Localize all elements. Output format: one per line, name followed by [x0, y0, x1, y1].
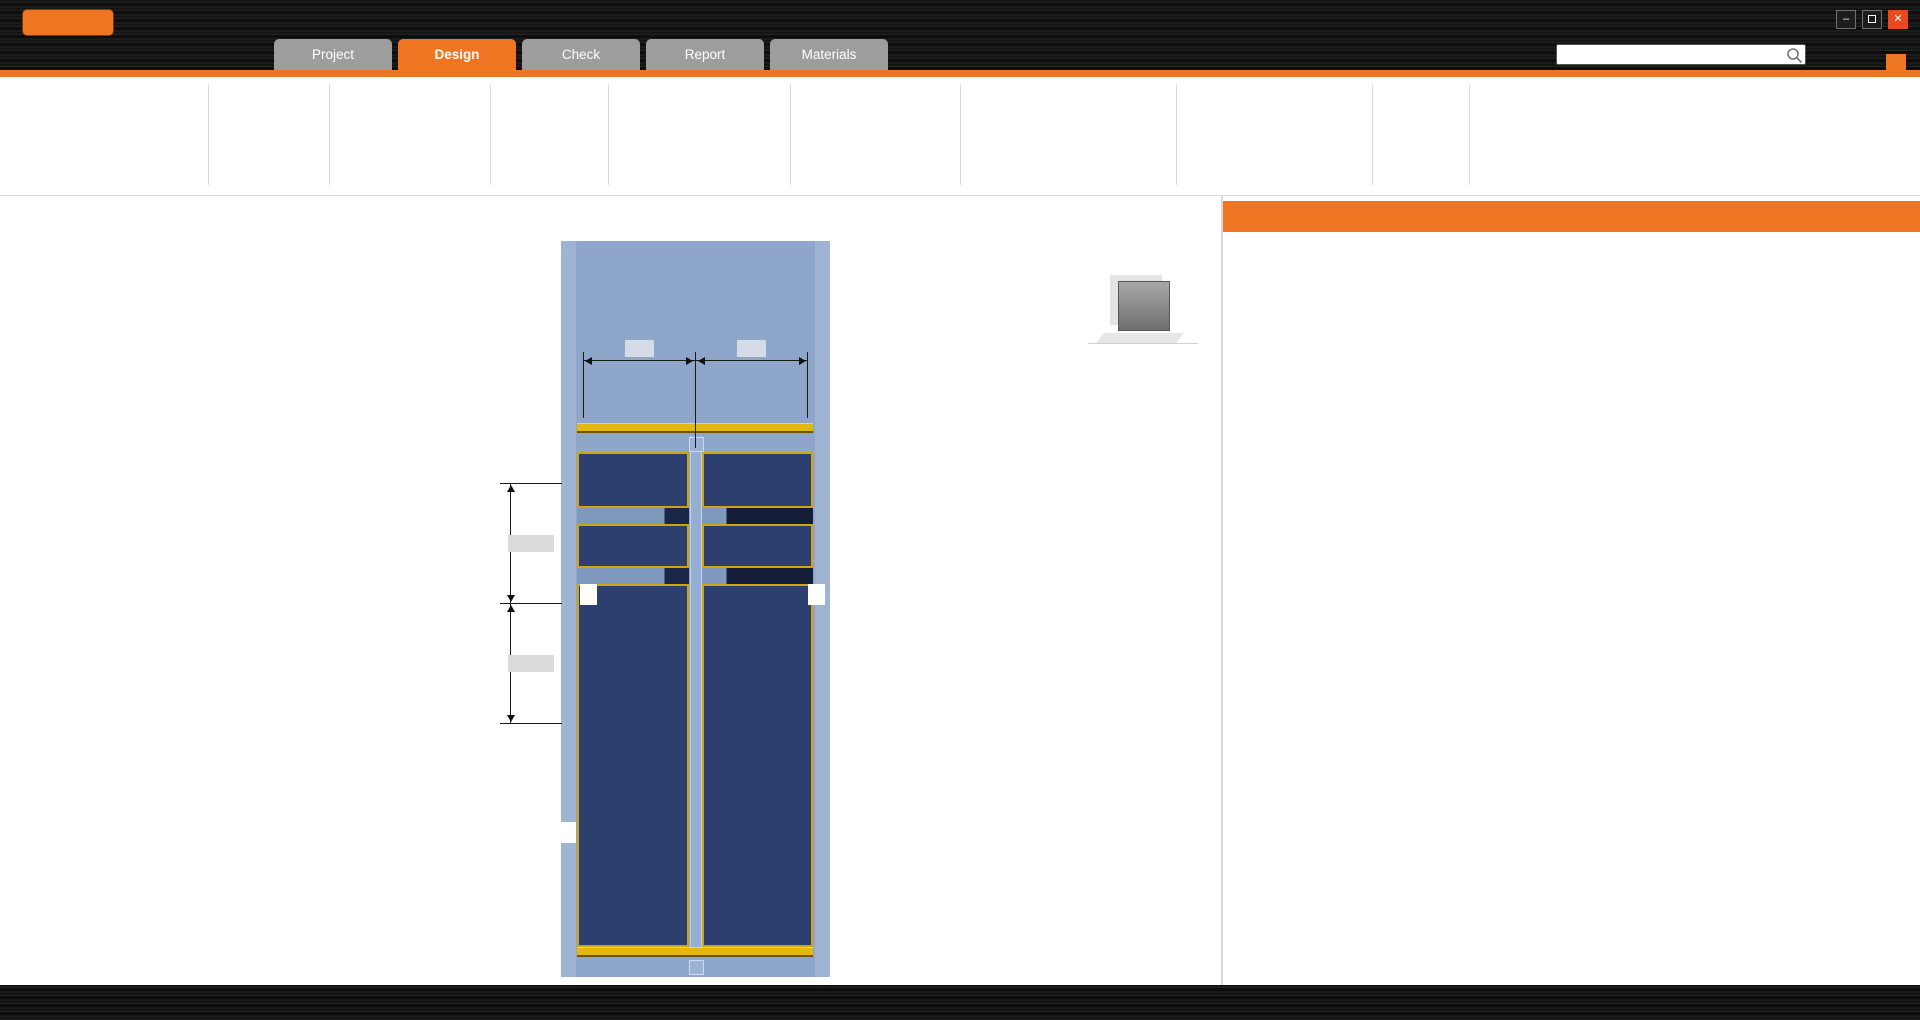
- dim-arrow: [686, 357, 693, 365]
- maximize-icon: [1868, 15, 1876, 23]
- dimension-tick: [500, 723, 562, 724]
- endplate-left-3d[interactable]: [577, 452, 689, 947]
- minimize-button[interactable]: –: [1836, 10, 1856, 29]
- dim-arrow: [507, 605, 515, 612]
- close-button[interactable]: ✕: [1888, 10, 1908, 29]
- nav-cube-shadow: [1096, 333, 1184, 343]
- search-icon[interactable]: [1785, 46, 1803, 69]
- member-label-b: [808, 584, 825, 605]
- beam-web-3d[interactable]: [690, 436, 702, 957]
- member-label-c: [830, 822, 847, 843]
- accent-strip: [0, 70, 1920, 77]
- endplate-bottom-edge: [577, 947, 813, 957]
- ribbon-separator: [490, 85, 491, 185]
- dimension-label: [625, 340, 654, 357]
- status-bar: [0, 985, 1920, 1020]
- tab-report[interactable]: Report: [646, 39, 764, 70]
- dim-arrow: [507, 715, 515, 722]
- dim-arrow: [507, 595, 515, 602]
- tab-design[interactable]: Design: [398, 39, 516, 70]
- web-stub-outline: [689, 960, 704, 975]
- search-box: [1556, 44, 1806, 65]
- dim-arrow: [585, 357, 592, 365]
- member-label-b: [580, 584, 597, 605]
- ribbon-separator: [329, 85, 330, 185]
- dimension-label: [737, 340, 766, 357]
- tab-project[interactable]: Project: [274, 39, 392, 70]
- endplate-right-3d[interactable]: [702, 452, 813, 947]
- ribbon-separator: [790, 85, 791, 185]
- dimension-label: [508, 535, 554, 552]
- tab-materials[interactable]: Materials: [770, 39, 888, 70]
- web-stub-outline: [689, 437, 704, 452]
- tab-check[interactable]: Check: [522, 39, 640, 70]
- navigation-cube[interactable]: [1118, 281, 1170, 331]
- ribbon-separator: [1176, 85, 1177, 185]
- maximize-button[interactable]: [1862, 10, 1882, 29]
- dimension-tick: [500, 483, 562, 484]
- panel-header: [1223, 201, 1920, 232]
- ribbon-separator: [608, 85, 609, 185]
- dim-arrow: [799, 357, 806, 365]
- extension-line: [695, 352, 696, 448]
- member-label-c: [559, 822, 576, 843]
- column-edge: [561, 241, 576, 977]
- dim-arrow: [698, 357, 705, 365]
- ribbon-separator: [1469, 85, 1470, 185]
- stiffener-gap: [702, 506, 813, 526]
- nav-cube-groundline: [1088, 343, 1198, 344]
- dimension-label: [508, 655, 554, 672]
- app-window: – ✕ ProjectDesignCheckReportMaterials: [0, 0, 1920, 1020]
- model-viewport[interactable]: [0, 196, 1221, 985]
- search-input[interactable]: [1561, 45, 1783, 64]
- stiffener-gap: [702, 566, 813, 586]
- stiffener-gap: [577, 506, 689, 526]
- extension-line: [807, 352, 808, 418]
- production-cost-separator: [869, 449, 881, 465]
- dim-arrow: [507, 485, 515, 492]
- operations-panel: [1223, 196, 1920, 985]
- idea-logo: [22, 9, 114, 36]
- production-cost: [869, 449, 881, 465]
- ribbon-separator: [960, 85, 961, 185]
- extension-line: [583, 352, 584, 418]
- ribbon-separator: [208, 85, 209, 185]
- titlebar: – ✕ ProjectDesignCheckReportMaterials: [0, 0, 1920, 70]
- stiffener-gap: [577, 566, 689, 586]
- dimension-tick: [500, 603, 562, 604]
- ribbon: [0, 77, 1920, 196]
- column-edge: [815, 241, 830, 977]
- ribbon-separator: [1372, 85, 1373, 185]
